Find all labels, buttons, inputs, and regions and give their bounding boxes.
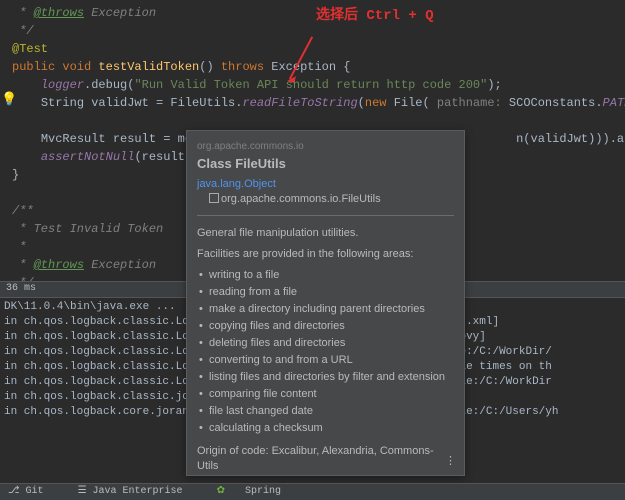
doc-bullet: writing to a file xyxy=(197,268,454,283)
doc-bullet: deleting files and directories xyxy=(197,336,454,351)
status-java-enterprise[interactable]: ☰ Java Enterprise xyxy=(78,486,197,497)
status-git[interactable]: ⎇ Git xyxy=(8,486,58,497)
doc-bullet: copying files and directories xyxy=(197,319,454,334)
doc-bullet: file last changed date xyxy=(197,404,454,419)
doc-bullet: calculating a checksum xyxy=(197,421,454,436)
doc-description: Facilities are provided in the following… xyxy=(197,247,454,262)
doc-bullet: reading from a file xyxy=(197,285,454,300)
doc-superclass-link[interactable]: java.lang.Object xyxy=(197,178,276,190)
doc-package: org.apache.commons.io xyxy=(197,139,454,154)
doc-bullet: make a directory including parent direct… xyxy=(197,302,454,317)
doc-bullet: listing files and directories by filter … xyxy=(197,370,454,385)
code-line: logger.debug("Run Valid Token API should… xyxy=(12,76,625,94)
code-line: public void testValidToken() throws Exce… xyxy=(12,58,625,76)
annotation-label: 选择后 Ctrl + Q xyxy=(316,4,434,24)
code-line: String validJwt = FileUtils.readFileToSt… xyxy=(12,94,625,112)
class-icon xyxy=(209,193,219,203)
quick-doc-popup[interactable]: org.apache.commons.io Class FileUtils ja… xyxy=(186,130,465,476)
intention-bulb-icon[interactable]: 💡 xyxy=(1,92,17,107)
doc-class-path: org.apache.commons.io.FileUtils xyxy=(209,192,454,207)
code-line xyxy=(12,112,625,130)
doc-divider xyxy=(197,215,454,216)
code-line: */ xyxy=(12,22,625,40)
doc-class-title: Class FileUtils xyxy=(197,156,454,171)
doc-origin: Origin of code: Excalibur, Alexandria, C… xyxy=(197,444,454,474)
doc-bullet: converting to and from a URL xyxy=(197,353,454,368)
status-spring[interactable]: ✿ Spring xyxy=(217,486,295,497)
code-line: @Test xyxy=(12,40,625,58)
status-bar: ⎇ Git ☰ Java Enterprise ✿ Spring xyxy=(0,483,625,500)
doc-bullet: comparing file content xyxy=(197,387,454,402)
more-icon[interactable]: ⋮ xyxy=(445,454,456,469)
doc-description: General file manipulation utilities. xyxy=(197,226,454,241)
doc-feature-list: writing to a file reading from a file make… xyxy=(197,268,454,436)
